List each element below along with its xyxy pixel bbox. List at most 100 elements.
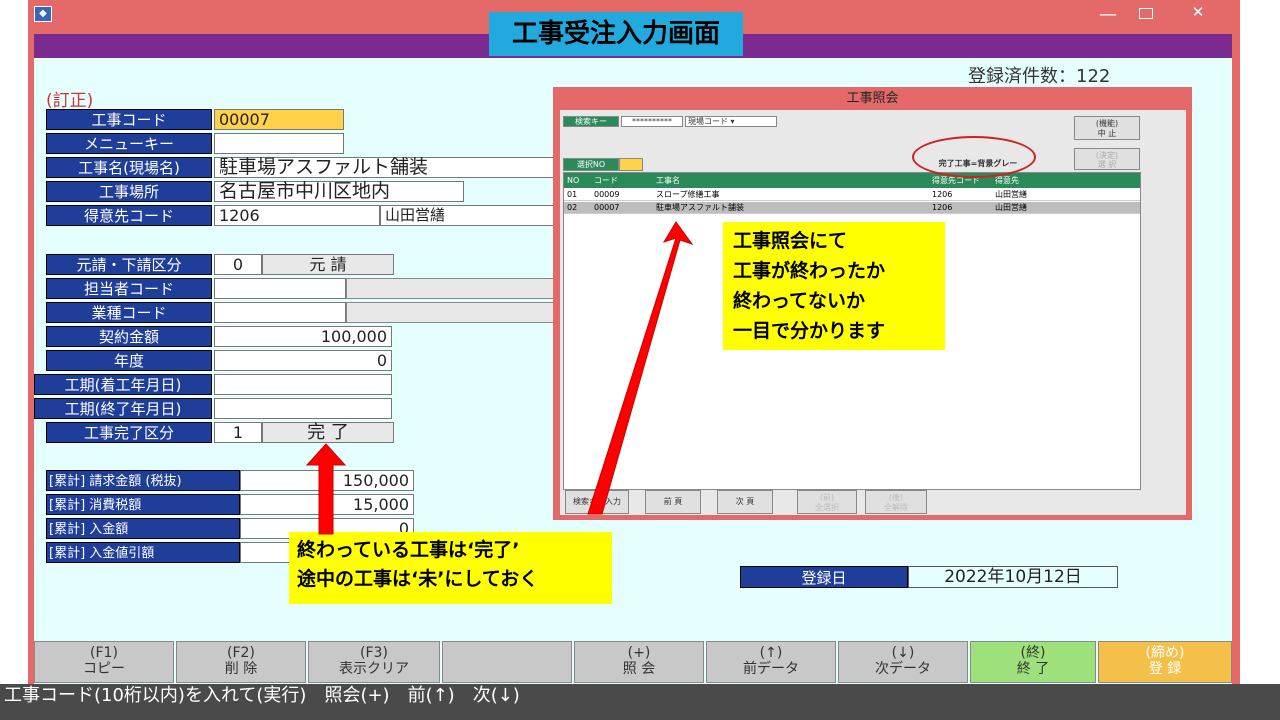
maximize-button[interactable] [1134,4,1158,24]
fkey-code: (締め) [1145,645,1185,661]
f1-copy-button[interactable]: (F1) コピー [34,641,174,683]
fiscal-year-label: 年度 [46,350,212,371]
completion-code-input[interactable]: 1 [214,422,262,443]
status-bar: 工事コード(10桁以内)を入れて(実行) 照会(+) 前(↑) 次(↓) [0,684,1280,720]
row2-name: 駐車場アスファルト舗装 [656,203,744,212]
registered-count: 登録済件数：122 [968,66,1111,87]
construction-code-input[interactable]: 00007 [214,109,344,130]
edit-mode-label: (訂正) [46,91,94,111]
app-icon: ◆ [34,6,52,22]
row1-code: 00009 [594,190,620,199]
fkey-label: 表示クリア [339,661,409,677]
completion-callout: 終わっている工事は‘完了’ 途中の工事は‘未’にしておく [289,532,612,604]
callout-line: 工事が終わったか [733,260,886,282]
deselect-all-button[interactable]: (後) 全解除 [865,490,927,514]
fkey-code: (終) [1020,645,1046,661]
lookup-callout: 工事照会にて 工事が終わったか 終わってないか 一目で分かります [723,222,945,350]
construction-code-label: 工事コード [46,109,212,130]
completion-type-label: 工事完了区分 [46,422,212,443]
row1-no: 01 [567,190,578,199]
total-tax-value: 15,000 [240,494,414,515]
menu-key-label: メニューキー [46,133,212,154]
fkey-label: 前データ [743,661,799,677]
industry-code-input[interactable] [214,302,346,323]
callout-line: 終わってないか [733,290,866,312]
site-name-input[interactable]: 駐車場アスファルト舗装 [214,157,554,178]
search-key-input-button[interactable]: 検索キー入力 [565,490,629,514]
customer-name-display: 山田営繕 [380,205,554,226]
exit-button[interactable]: (終) 終 了 [970,641,1096,683]
contract-type-code-input[interactable]: 0 [214,254,262,275]
customer-code-input[interactable]: 1206 [214,205,380,226]
fkey-code: (↑) [759,645,783,661]
popup-title: 工事照会 [846,91,899,106]
prev-data-button[interactable]: (↑) 前データ [706,641,836,683]
row2-customer-code: 1206 [932,203,953,212]
menu-key-input[interactable] [214,133,344,154]
customer-code-label: 得意先コード [46,205,212,226]
registration-date-value: 2022年10月12日 [908,566,1118,588]
fkey-label: コピー [83,661,125,677]
select-button[interactable]: (決定) 選 択 [1074,148,1140,170]
fkey-label: 削 除 [224,661,258,677]
table-row[interactable] [564,189,1140,201]
fkey-code: (+) [627,645,651,661]
fkey-label: 登 録 [1148,661,1182,677]
end-date-input[interactable] [214,398,392,419]
col-no: NO [567,176,580,185]
callout-line: 工事照会にて [733,230,848,252]
completion-name-display: 完 了 [262,422,394,443]
right-border [1232,34,1240,684]
blank-key-button[interactable] [442,641,572,683]
legend-highlight-circle [912,136,1036,178]
contract-amount-label: 契約金額 [46,326,212,347]
chevron-down-icon: ▾ [730,117,735,126]
search-key-label: 検索キー [563,116,619,127]
callout-line: 終わっている工事は‘完了’ [297,539,520,561]
fiscal-year-input[interactable]: 0 [214,350,392,371]
total-billing-value: 150,000 [240,470,414,491]
staff-code-input[interactable] [214,278,346,299]
row2-code: 00007 [594,203,620,212]
staff-code-label: 担当者コード [46,278,212,299]
search-key-input[interactable]: ********** [621,116,683,127]
table-row[interactable] [564,202,1140,214]
lookup-button[interactable]: (+) 照 会 [574,641,704,683]
screen-title-banner: 工事受注入力画面 [489,12,743,56]
fkey-label: 終 了 [1016,661,1050,677]
contract-amount-input[interactable]: 100,000 [214,326,392,347]
fkey-code: (F1) [90,645,118,661]
select-all-button[interactable]: (前) 全選択 [797,490,857,514]
industry-name-display [346,302,554,323]
callout-line: 一目で分かります [733,320,886,342]
fkey-label: 照 会 [622,661,656,677]
fkey-code: (F2) [227,645,255,661]
grid-header [564,173,1140,188]
select-no-input[interactable] [619,158,643,171]
staff-name-display [346,278,554,299]
row2-no: 02 [567,203,578,212]
search-field-select[interactable]: 現場コード ▾ [685,116,777,127]
f2-delete-button[interactable]: (F2) 削 除 [176,641,306,683]
total-tax-label: [累計] 消費税額 [46,494,240,515]
close-button[interactable]: ✕ [1170,0,1226,26]
cancel-button[interactable]: (機能) 中 止 [1074,116,1140,140]
site-name-label: 工事名(現場名) [46,157,212,178]
contract-type-name-display: 元 請 [262,254,394,275]
start-date-input[interactable] [214,374,392,395]
industry-code-label: 業種コード [46,302,212,323]
total-discount-label: [累計] 入金値引額 [46,542,240,563]
f3-clear-button[interactable]: (F3) 表示クリア [308,641,440,683]
maximize-icon [1139,8,1153,19]
next-page-button[interactable]: 次 頁 [717,490,773,514]
register-button[interactable]: (締め) 登 録 [1098,641,1232,683]
callout-line: 途中の工事は‘未’にしておく [297,568,539,590]
minimize-button[interactable]: — [1096,4,1120,25]
site-location-input[interactable]: 名古屋市中川区地内 [214,181,464,202]
row2-customer: 山田営繕 [995,203,1027,212]
start-date-label: 工期(着工年月日) [34,374,212,395]
fkey-label: 次データ [875,661,931,677]
prev-page-button[interactable]: 前 頁 [645,490,701,514]
site-location-label: 工事場所 [46,181,212,202]
next-data-button[interactable]: (↓) 次データ [838,641,968,683]
